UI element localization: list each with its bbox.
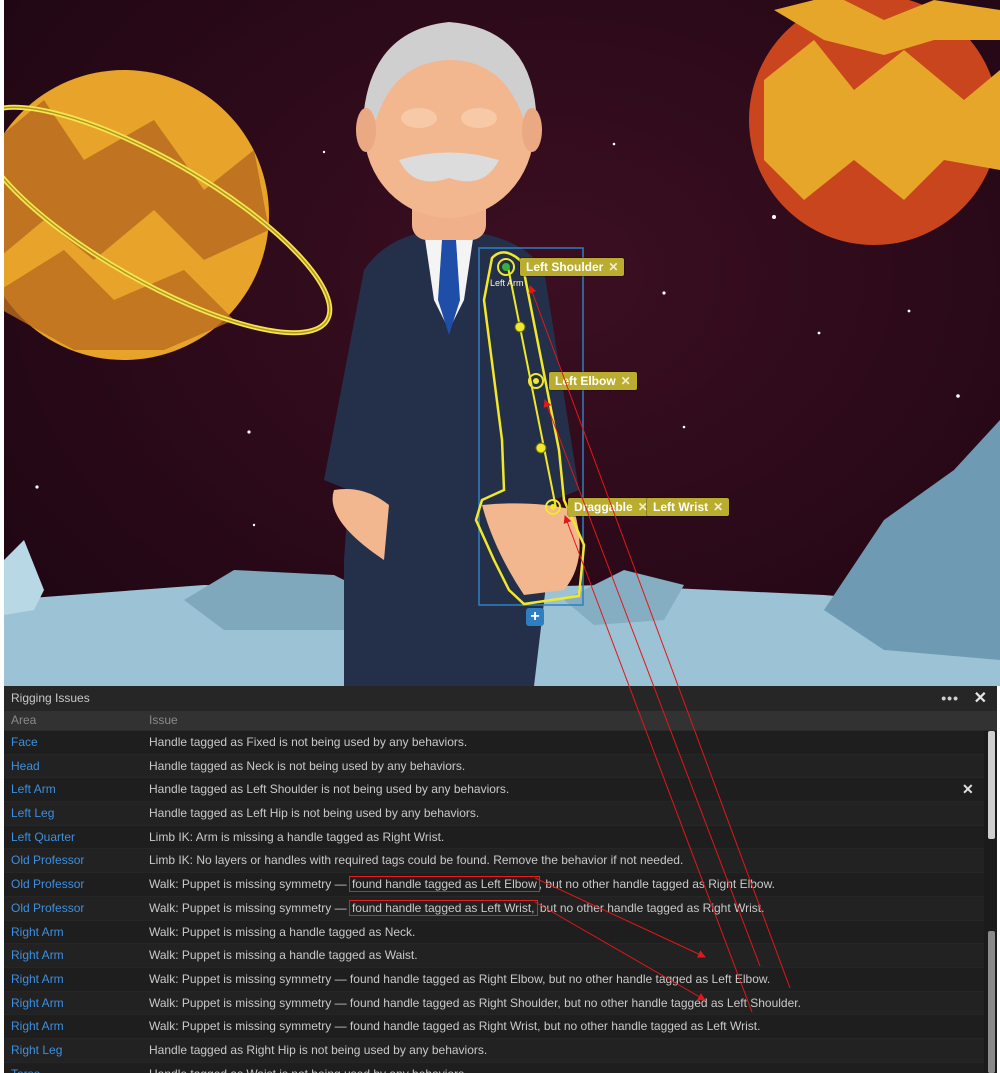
scrollbar-track-segment[interactable] — [988, 931, 995, 1073]
area-link[interactable]: Right Arm — [11, 921, 64, 943]
area-link[interactable]: Torso — [11, 1063, 40, 1073]
area-link[interactable]: Face — [11, 731, 38, 753]
issue-text: Handle tagged as Fixed is not being used… — [149, 735, 468, 749]
table-row[interactable]: Right Arm Walk: Puppet is missing symmet… — [4, 967, 984, 992]
remove-tag-icon[interactable]: ✕ — [621, 372, 631, 390]
tag-left-wrist[interactable]: Left Wrist ✕ — [647, 498, 730, 516]
issue-text: Walk: Puppet is missing symmetry — found… — [149, 995, 801, 1010]
area-link[interactable]: Right Arm — [11, 1015, 64, 1037]
table-row[interactable]: Old Professor Limb IK: No layers or hand… — [4, 849, 984, 874]
area-link[interactable]: Right Arm — [11, 944, 64, 966]
area-link[interactable]: Old Professor — [11, 897, 84, 919]
table-row[interactable]: Left Arm Handle tagged as Left Shoulder … — [4, 778, 984, 803]
issue-text: Handle tagged as Right Hip is not being … — [149, 1042, 488, 1057]
issue-text-suffix: , but no other handle tagged as Right El… — [538, 877, 775, 892]
issue-text-prefix: Walk: Puppet is missing symmetry — — [149, 900, 350, 915]
column-header-area[interactable]: Area — [11, 711, 36, 730]
tag-draggable[interactable]: Draggable ✕ — [568, 498, 654, 516]
rigging-issues-panel: Rigging Issues ••• ✕ Area Issue Face Han… — [4, 686, 997, 1073]
issue-text: Walk: Puppet is missing a handle tagged … — [149, 948, 418, 963]
table-row[interactable]: Left Leg Handle tagged as Left Hip is no… — [4, 802, 984, 826]
area-link[interactable]: Old Professor — [11, 873, 84, 895]
issue-text: Walk: Puppet is missing a handle tagged … — [149, 924, 416, 939]
remove-tag-icon[interactable]: ✕ — [608, 258, 618, 276]
table-row[interactable]: Old Professor Walk: Puppet is missing sy… — [4, 896, 984, 921]
area-link[interactable]: Right Arm — [11, 992, 64, 1014]
issue-text: Walk: Puppet is missing symmetry — found… — [149, 971, 771, 986]
area-link[interactable]: Right Arm — [11, 968, 64, 990]
vertical-scrollbar[interactable] — [986, 731, 997, 1073]
table-row[interactable]: Right Leg Handle tagged as Right Hip is … — [4, 1038, 984, 1063]
tag-label: Draggable — [574, 500, 633, 514]
table-row[interactable]: Right Arm Walk: Puppet is missing symmet… — [4, 1015, 984, 1039]
issue-text: Limb IK: No layers or handles with requi… — [149, 853, 684, 868]
table-row[interactable]: Right Arm Walk: Puppet is missing a hand… — [4, 920, 984, 945]
table-row[interactable]: Left Quarter Limb IK: Arm is missing a h… — [4, 825, 984, 850]
issue-text: Handle tagged as Neck is not being used … — [149, 758, 466, 773]
right-planet — [749, 0, 1000, 245]
area-link[interactable]: Old Professor — [11, 849, 84, 871]
area-link[interactable]: Left Quarter — [11, 826, 75, 848]
tag-label: Left Shoulder — [526, 260, 604, 274]
more-options-icon[interactable]: ••• — [941, 686, 959, 711]
limb-label-left-arm: Left Arm — [490, 278, 524, 288]
tag-left-shoulder[interactable]: Left Shoulder ✕ — [520, 258, 625, 276]
scene-artwork — [4, 0, 1000, 686]
tag-left-elbow[interactable]: Left Elbow ✕ — [549, 372, 637, 390]
issues-list: Face Handle tagged as Fixed is not being… — [4, 731, 984, 1073]
issue-text: Walk: Puppet is missing symmetry — found… — [149, 897, 764, 919]
issue-text: Walk: Puppet is missing symmetry — found… — [149, 1019, 761, 1034]
area-link[interactable]: Right Leg — [11, 1039, 62, 1061]
issue-text-suffix: but no other handle tagged as Right Wris… — [536, 900, 765, 915]
issue-text: Handle tagged as Left Shoulder is not be… — [149, 782, 510, 797]
issue-text: Handle tagged as Left Hip is not being u… — [149, 806, 480, 821]
scrollbar-thumb[interactable] — [988, 731, 995, 839]
panel-title: Rigging Issues — [11, 691, 90, 705]
table-row[interactable]: Torso Handle tagged as Waist is not bein… — [4, 1062, 984, 1073]
issue-text: Walk: Puppet is missing symmetry — found… — [149, 873, 775, 895]
area-link[interactable]: Left Leg — [11, 802, 54, 824]
table-row[interactable]: Right Arm Walk: Puppet is missing a hand… — [4, 944, 984, 968]
puppet-scene-viewport[interactable]: Left Shoulder ✕ Left Arm Left Elbow ✕ Drag… — [4, 0, 1000, 686]
issue-text: Limb IK: Arm is missing a handle tagged … — [149, 829, 445, 844]
column-header-issue[interactable]: Issue — [149, 711, 178, 730]
column-header-row: Area Issue — [4, 711, 997, 731]
table-row[interactable]: Face Handle tagged as Fixed is not being… — [4, 731, 984, 755]
left-planet — [4, 70, 333, 360]
close-panel-icon[interactable]: ✕ — [974, 686, 987, 711]
area-link[interactable]: Left Arm — [11, 778, 56, 800]
remove-tag-icon[interactable]: ✕ — [713, 498, 723, 516]
highlighted-issue-text: found handle tagged as Left Wrist, — [348, 899, 538, 916]
area-link[interactable]: Head — [11, 755, 40, 777]
panel-header: Rigging Issues ••• ✕ — [4, 686, 997, 711]
table-row[interactable]: Right Arm Walk: Puppet is missing symmet… — [4, 991, 984, 1016]
issue-text-prefix: Walk: Puppet is missing symmetry — — [149, 877, 350, 892]
tag-label: Left Wrist — [653, 500, 709, 514]
table-row[interactable]: Old Professor Walk: Puppet is missing sy… — [4, 873, 984, 897]
highlighted-issue-text: found handle tagged as Left Elbow — [348, 876, 540, 893]
tag-label: Left Elbow — [555, 374, 616, 388]
dismiss-issue-icon[interactable]: ✕ — [962, 778, 974, 800]
add-tag-button[interactable]: + — [526, 608, 544, 626]
table-row[interactable]: Head Handle tagged as Neck is not being … — [4, 754, 984, 779]
issue-text: Handle tagged as Waist is not being used… — [149, 1063, 467, 1073]
